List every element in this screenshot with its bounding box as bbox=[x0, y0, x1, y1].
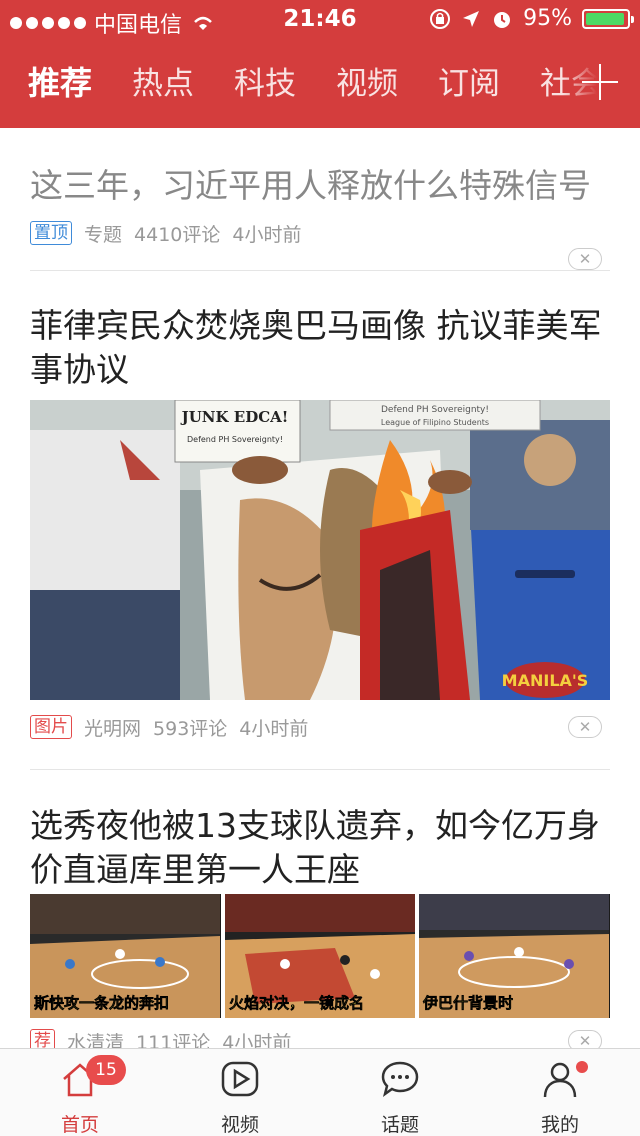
news-meta: 图片 光明网 593评论 4小时前 bbox=[30, 714, 610, 740]
news-title[interactable]: 这三年，习近平用人释放什么特殊信号 bbox=[30, 164, 610, 208]
tab-tech[interactable]: 科技 bbox=[234, 58, 296, 103]
notification-badge: 15 bbox=[86, 1055, 126, 1085]
person-icon bbox=[543, 1062, 577, 1098]
news-title[interactable]: 菲律宾民众焚烧奥巴马画像 抗议菲美军事协议 bbox=[30, 304, 610, 392]
tab-me[interactable]: 我的 bbox=[510, 1059, 610, 1136]
battery-icon bbox=[582, 8, 634, 29]
thumbnail-caption: 火焰对决，一镜成名 bbox=[229, 994, 364, 1012]
alarm-icon bbox=[494, 11, 511, 28]
news-thumbnails[interactable]: 斯快攻一条龙的奔扣 火焰对决，一镜成名 伊巴什背景时 bbox=[30, 894, 611, 1018]
news-item[interactable]: 选秀夜他被13支球队遗弃，如今亿万身价直逼库里第一人王座 bbox=[30, 804, 610, 892]
thumbnail-caption: 斯快攻一条龙的奔扣 bbox=[34, 994, 169, 1012]
news-item[interactable]: 这三年，习近平用人释放什么特殊信号 置顶 专题 4410评论 4小时前 ✕ bbox=[30, 164, 610, 270]
protest-sign-subtext: League of Filipino Students bbox=[381, 418, 489, 427]
comment-count: 111评论 bbox=[136, 1031, 211, 1049]
top-bar: 中国电信 21:46 95% 推荐 热点 科技 视频 订阅 bbox=[0, 0, 640, 128]
tab-home[interactable]: 15 首页 bbox=[30, 1055, 130, 1136]
news-item[interactable]: 菲律宾民众焚烧奥巴马画像 抗议菲美军事协议 bbox=[30, 304, 610, 392]
tab-hot[interactable]: 热点 bbox=[132, 58, 194, 103]
news-image[interactable]: MANILA'S JUNK EDCA! Defend PH Sovereignt… bbox=[30, 400, 610, 700]
news-source: 光明网 bbox=[84, 717, 142, 740]
news-meta: 荐 水清清 111评论 4小时前 bbox=[30, 1028, 610, 1048]
rotation-lock-icon bbox=[430, 8, 451, 29]
comment-count: 4410评论 bbox=[134, 223, 221, 246]
thumbnail-caption: 伊巴什背景时 bbox=[422, 994, 513, 1012]
photo-tag: 图片 bbox=[30, 715, 72, 739]
news-item-meta-row: 图片 光明网 593评论 4小时前 ✕ bbox=[30, 714, 610, 740]
news-time: 4小时前 bbox=[232, 223, 302, 246]
battery-percent: 95% bbox=[523, 6, 572, 31]
tab-video-bottom[interactable]: 视频 bbox=[190, 1059, 290, 1136]
news-feed[interactable]: 这三年，习近平用人释放什么特殊信号 置顶 专题 4410评论 4小时前 ✕ 菲律… bbox=[0, 128, 640, 1048]
protest-sign-subtext: Defend PH Sovereignty! bbox=[187, 435, 283, 444]
news-meta: 置顶 专题 4410评论 4小时前 bbox=[30, 220, 610, 246]
unread-dot bbox=[576, 1061, 588, 1073]
tab-label: 我的 bbox=[540, 1114, 579, 1136]
tab-label: 视频 bbox=[220, 1114, 259, 1136]
status-bar: 中国电信 21:46 95% bbox=[0, 0, 640, 40]
shield-label: MANILA'S bbox=[502, 671, 589, 690]
location-arrow-icon bbox=[463, 10, 480, 27]
play-icon bbox=[221, 1061, 259, 1097]
pinned-tag: 置顶 bbox=[30, 221, 72, 245]
divider bbox=[30, 769, 610, 770]
news-title[interactable]: 选秀夜他被13支球队遗弃，如今亿万身价直逼库里第一人王座 bbox=[30, 804, 610, 892]
dismiss-button[interactable]: ✕ bbox=[568, 248, 602, 270]
divider bbox=[30, 270, 610, 271]
video-thumbnail[interactable]: 火焰对决，一镜成名 bbox=[224, 894, 416, 1018]
tab-label: 话题 bbox=[380, 1114, 419, 1136]
add-channel-icon[interactable] bbox=[582, 64, 618, 100]
recommend-tag: 荐 bbox=[30, 1029, 55, 1048]
tab-label: 首页 bbox=[60, 1114, 99, 1136]
tab-video[interactable]: 视频 bbox=[336, 58, 398, 103]
protest-sign-text: Defend PH Sovereignty! bbox=[381, 405, 489, 415]
news-source: 水清清 bbox=[67, 1031, 125, 1049]
tab-subscribe[interactable]: 订阅 bbox=[438, 58, 500, 103]
dismiss-button[interactable]: ✕ bbox=[568, 1030, 602, 1048]
category-tabs: 推荐 热点 科技 视频 订阅 社会 bbox=[0, 54, 640, 114]
video-thumbnail[interactable]: 斯快攻一条龙的奔扣 bbox=[30, 894, 221, 1018]
comment-count: 593评论 bbox=[153, 717, 228, 740]
news-item-meta-row: 荐 水清清 111评论 4小时前 ✕ bbox=[30, 1028, 610, 1048]
protest-sign-text: JUNK EDCA! bbox=[180, 408, 289, 426]
news-time: 4小时前 bbox=[222, 1031, 292, 1049]
news-time: 4小时前 bbox=[239, 717, 309, 740]
tab-recommend[interactable]: 推荐 bbox=[28, 58, 92, 104]
news-source: 专题 bbox=[84, 223, 123, 246]
video-thumbnail[interactable]: 伊巴什背景时 bbox=[419, 894, 611, 1018]
dismiss-button[interactable]: ✕ bbox=[568, 716, 602, 738]
chat-bubble-icon bbox=[381, 1061, 419, 1097]
bottom-tab-bar: 15 首页 视频 话题 我的 bbox=[0, 1048, 640, 1136]
tab-topics[interactable]: 话题 bbox=[350, 1059, 450, 1136]
